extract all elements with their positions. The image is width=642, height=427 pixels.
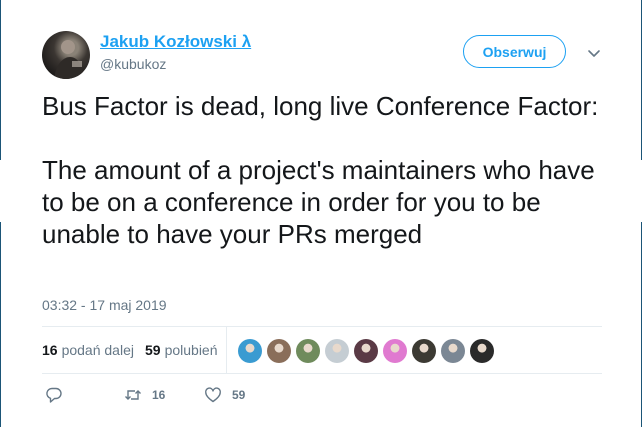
likers-avatars xyxy=(238,339,499,363)
like-count: 59 xyxy=(232,388,246,402)
likes-count: 59 xyxy=(144,342,161,358)
heart-icon xyxy=(205,387,221,403)
follow-button[interactable]: Obserwuj xyxy=(463,35,566,68)
avatar-grey-person[interactable] xyxy=(441,339,465,363)
tweet-card: Jakub Kozłowski λ @kubukoz Obserwuj Bus … xyxy=(0,0,642,427)
avatar-blue-face[interactable] xyxy=(238,339,262,363)
avatar-outdoor[interactable] xyxy=(296,339,320,363)
avatar-pink-sparkle[interactable] xyxy=(383,339,407,363)
retweets-stat[interactable]: 16 podań dalej xyxy=(42,342,134,358)
retweets-label: podań dalej xyxy=(61,342,134,358)
author-avatar[interactable] xyxy=(42,31,90,79)
retweet-count: 16 xyxy=(152,388,166,402)
retweet-button[interactable]: 16 xyxy=(124,386,165,404)
avatar-dark[interactable] xyxy=(412,339,436,363)
author-name[interactable]: Jakub Kozłowski λ xyxy=(100,32,251,52)
avatar-bearded[interactable] xyxy=(267,339,291,363)
stats-separator xyxy=(226,327,227,373)
avatar-black[interactable] xyxy=(470,339,494,363)
likes-label: polubień xyxy=(164,342,218,358)
author-handle[interactable]: @kubukoz xyxy=(100,56,166,72)
retweet-icon xyxy=(125,390,141,400)
tweet-stats: 16 podań dalej 59 polubień xyxy=(42,342,229,358)
tweet-timestamp[interactable]: 03:32 - 17 maj 2019 xyxy=(42,297,167,313)
avatar-default[interactable] xyxy=(325,339,349,363)
reply-button[interactable] xyxy=(45,386,63,404)
reply-icon xyxy=(46,387,62,403)
likes-stat[interactable]: 59 polubień xyxy=(145,342,218,358)
like-button[interactable]: 59 xyxy=(204,386,245,404)
avatar-dark-pink[interactable] xyxy=(354,339,378,363)
chevron-down-icon[interactable] xyxy=(587,46,601,60)
divider-top xyxy=(42,326,602,327)
retweets-count: 16 xyxy=(42,342,58,358)
tweet-text: Bus Factor is dead, long live Conference… xyxy=(42,91,599,249)
divider-bottom xyxy=(42,373,602,374)
